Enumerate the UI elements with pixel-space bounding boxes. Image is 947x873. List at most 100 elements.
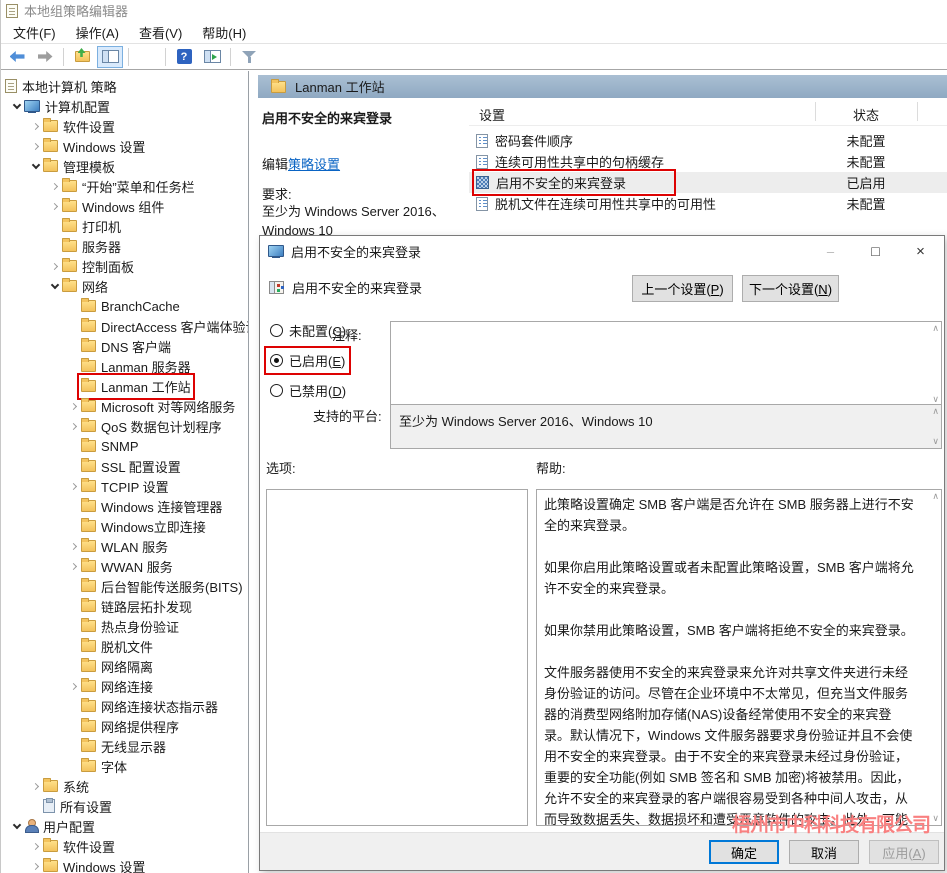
chevron-right-icon[interactable] xyxy=(66,404,81,409)
radio-label: 已启用(E) xyxy=(289,351,345,370)
tree-item[interactable]: WLAN 服务 xyxy=(1,536,248,556)
settings-row[interactable]: 密码套件顺序未配置 xyxy=(469,130,947,151)
tree-item[interactable]: Windows 连接管理器 xyxy=(1,496,248,516)
forward-button[interactable] xyxy=(32,46,58,68)
tree-item[interactable]: 本地计算机 策略 xyxy=(1,76,248,96)
ok-button[interactable]: 确定 xyxy=(709,840,779,864)
tree-item[interactable]: 网络提供程序 xyxy=(1,716,248,736)
chevron-down-icon[interactable] xyxy=(9,825,24,828)
menu-view[interactable]: 查看(V) xyxy=(131,21,190,44)
close-button[interactable]: × xyxy=(898,237,943,265)
settings-row-insecure-guest[interactable]: 启用不安全的来宾登录已启用 xyxy=(469,172,947,193)
tree-item[interactable]: WWAN 服务 xyxy=(1,556,248,576)
tree-item[interactable]: 后台智能传送服务(BITS) xyxy=(1,576,248,596)
previous-setting-button[interactable]: 上一个设置(P) xyxy=(632,275,733,302)
tree-item[interactable]: BranchCache xyxy=(1,296,248,316)
scroll-down-icon[interactable]: ∨ xyxy=(932,395,939,404)
radio-d[interactable]: 已禁用(D) xyxy=(270,382,346,399)
radio-icon[interactable] xyxy=(270,324,283,337)
chevron-right-icon[interactable] xyxy=(66,484,81,489)
settings-row[interactable]: 脱机文件在连续可用性共享中的可用性未配置 xyxy=(469,193,947,214)
menu-help[interactable]: 帮助(H) xyxy=(194,21,254,44)
edit-policy-link[interactable]: 策略设置 xyxy=(288,157,340,172)
maximize-button[interactable]: □ xyxy=(853,237,898,265)
menu-file[interactable]: 文件(F) xyxy=(5,21,64,44)
tree-item[interactable]: “开始”菜单和任务栏 xyxy=(1,176,248,196)
tree-item[interactable]: 所有设置 xyxy=(1,796,248,816)
tree-item[interactable]: 服务器 xyxy=(1,236,248,256)
tree-item[interactable]: Windows立即连接 xyxy=(1,516,248,536)
next-setting-button[interactable]: 下一个设置(N) xyxy=(742,275,839,302)
chevron-down-icon[interactable] xyxy=(9,105,24,108)
tree-item[interactable]: Windows 设置 xyxy=(1,136,248,156)
chevron-down-icon[interactable] xyxy=(47,285,62,288)
tree-item[interactable]: 系统 xyxy=(1,776,248,796)
tree-item-lanman-workstation[interactable]: Lanman 工作站 xyxy=(1,376,248,396)
tree-item[interactable]: 管理模板 xyxy=(1,156,248,176)
column-status[interactable]: 状态 xyxy=(815,105,917,124)
minimize-button[interactable]: – xyxy=(808,237,853,265)
tree-item[interactable]: DNS 客户端 xyxy=(1,336,248,356)
tree-item[interactable]: Microsoft 对等网络服务 xyxy=(1,396,248,416)
chevron-right-icon[interactable] xyxy=(28,844,43,849)
tree-item[interactable]: 计算机配置 xyxy=(1,96,248,116)
filter-button[interactable] xyxy=(236,46,262,68)
chevron-right-icon[interactable] xyxy=(66,544,81,549)
apply-button[interactable]: 应用(A) xyxy=(869,840,939,864)
help-button[interactable]: ? xyxy=(171,46,197,68)
tree-item[interactable]: 软件设置 xyxy=(1,116,248,136)
scroll-down-icon[interactable]: ∨ xyxy=(932,814,939,823)
cancel-button[interactable]: 取消 xyxy=(789,840,859,864)
folder-up-button[interactable] xyxy=(69,46,95,68)
scroll-up-icon[interactable]: ∧ xyxy=(932,407,939,416)
tree-item[interactable]: TCPIP 设置 xyxy=(1,476,248,496)
tree-item[interactable]: QoS 数据包计划程序 xyxy=(1,416,248,436)
radio-icon[interactable] xyxy=(270,384,283,397)
scroll-up-icon[interactable]: ∧ xyxy=(932,324,939,333)
chevron-right-icon[interactable] xyxy=(47,204,62,209)
chevron-right-icon[interactable] xyxy=(28,784,43,789)
tree-item[interactable]: 网络隔离 xyxy=(1,656,248,676)
tree-item[interactable]: 脱机文件 xyxy=(1,636,248,656)
chevron-right-icon[interactable] xyxy=(28,124,43,129)
chevron-right-icon[interactable] xyxy=(66,564,81,569)
tree-item[interactable]: 热点身份验证 xyxy=(1,616,248,636)
tree-item[interactable]: 字体 xyxy=(1,756,248,776)
settings-row[interactable]: 连续可用性共享中的句柄缓存未配置 xyxy=(469,151,947,172)
chevron-right-icon[interactable] xyxy=(28,144,43,149)
tree-item[interactable]: 网络连接 xyxy=(1,676,248,696)
back-button[interactable] xyxy=(4,46,30,68)
tree-item[interactable]: SSL 配置设置 xyxy=(1,456,248,476)
menu-action[interactable]: 操作(A) xyxy=(68,21,127,44)
column-setting[interactable]: 设置 xyxy=(479,105,505,124)
tree-item[interactable]: Windows 设置 xyxy=(1,856,248,873)
chevron-right-icon[interactable] xyxy=(66,684,81,689)
settings-row-inner: 密码套件顺序 xyxy=(476,131,573,150)
tree-item[interactable]: Lanman 服务器 xyxy=(1,356,248,376)
scroll-up-icon[interactable]: ∧ xyxy=(932,492,939,501)
chevron-right-icon[interactable] xyxy=(28,864,43,869)
tree-item[interactable]: 网络 xyxy=(1,276,248,296)
console-tree-button[interactable] xyxy=(97,46,123,68)
tree-item[interactable]: SNMP xyxy=(1,436,248,456)
comment-textarea[interactable]: ∧ ∨ xyxy=(390,321,942,407)
tree-item[interactable]: 网络连接状态指示器 xyxy=(1,696,248,716)
chevron-down-icon[interactable] xyxy=(28,165,43,168)
radio-e[interactable]: 已启用(E) xyxy=(270,352,345,369)
tree-item[interactable]: 用户配置 xyxy=(1,816,248,836)
tree-item[interactable]: Windows 组件 xyxy=(1,196,248,216)
tree-item[interactable]: 控制面板 xyxy=(1,256,248,276)
tree-item[interactable]: DirectAccess 客户端体验设置 xyxy=(1,316,248,336)
tree-item[interactable]: 打印机 xyxy=(1,216,248,236)
radio-selected-icon[interactable] xyxy=(270,354,283,367)
tree-item[interactable]: 链路层拓扑发现 xyxy=(1,596,248,616)
chevron-right-icon[interactable] xyxy=(66,424,81,429)
export-list-button[interactable] xyxy=(134,46,160,68)
chevron-right-icon[interactable] xyxy=(47,264,62,269)
scroll-down-icon[interactable]: ∨ xyxy=(932,437,939,446)
extended-pane-button[interactable] xyxy=(199,46,225,68)
tree-item[interactable]: 无线显示器 xyxy=(1,736,248,756)
chevron-right-icon[interactable] xyxy=(47,184,62,189)
tree-item[interactable]: 软件设置 xyxy=(1,836,248,856)
column-separator[interactable] xyxy=(917,102,918,121)
